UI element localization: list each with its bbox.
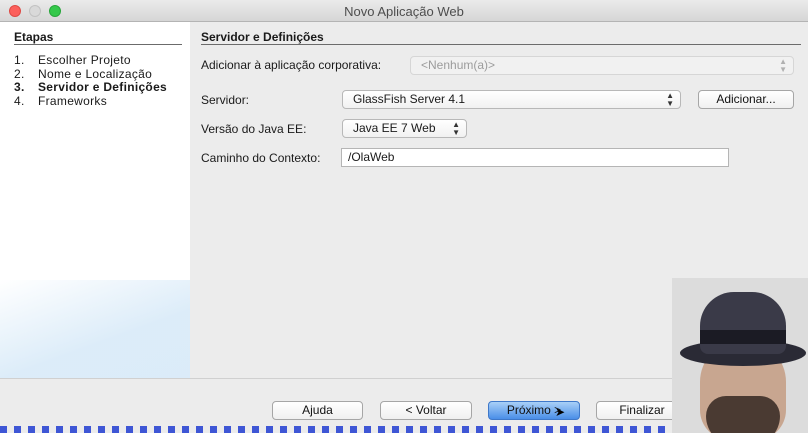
step-number: 1.	[14, 53, 25, 67]
up-down-chevron-icon: ▲ ▼	[666, 91, 674, 108]
presenter-hat-crown	[700, 292, 786, 354]
up-down-chevron-icon: ▲ ▼	[452, 120, 460, 137]
javaee-version-label: Versão do Java EE:	[201, 122, 307, 136]
steps-list: 1. Escolher Projeto 2. Nome e Localização …	[14, 53, 168, 109]
back-button[interactable]: < Voltar	[380, 401, 472, 420]
section-divider	[201, 44, 801, 45]
step-item: 4. Frameworks	[14, 93, 167, 109]
enterprise-app-value: <Nenhum(a)>	[421, 58, 496, 72]
javaee-version-value: Java EE 7 Web	[353, 121, 436, 135]
window-title: Novo Aplicação Web	[344, 4, 464, 19]
enterprise-app-label: Adicionar à aplicação corporativa:	[201, 58, 382, 72]
step-item: 1. Escolher Projeto	[14, 53, 167, 68]
enterprise-app-select: <Nenhum(a)> ▲ ▼	[410, 56, 794, 75]
next-button[interactable]: Próximo >	[488, 401, 580, 420]
decorative-wave-graphic	[0, 280, 190, 378]
add-server-button[interactable]: Adicionar...	[698, 90, 794, 109]
caption-strip	[0, 426, 672, 433]
step-number: 2.	[14, 66, 25, 81]
section-heading: Servidor e Definições	[201, 30, 324, 44]
context-path-label: Caminho do Contexto:	[201, 151, 321, 165]
help-button[interactable]: Ajuda	[272, 401, 363, 420]
steps-divider	[14, 44, 182, 45]
steps-panel: Etapas 1. Escolher Projeto 2. Nome e Local…	[0, 22, 190, 378]
step-label: Nome e Localização	[38, 66, 153, 81]
steps-heading: Etapas	[14, 30, 54, 44]
step-label: Escolher Projeto	[38, 53, 131, 67]
javaee-version-select[interactable]: Java EE 7 Web ▲ ▼	[342, 119, 467, 138]
title-bar: Novo Aplicação Web	[0, 0, 808, 22]
context-path-input[interactable]: /OlaWeb	[341, 148, 729, 167]
presenter-hat-band	[700, 330, 786, 344]
step-label: Servidor e Definições	[38, 80, 168, 94]
server-label: Servidor:	[201, 93, 250, 107]
step-number: 4.	[14, 93, 25, 108]
mouse-pointer-icon: ➤	[555, 405, 566, 419]
server-select[interactable]: GlassFish Server 4.1 ▲ ▼	[342, 90, 681, 109]
step-label: Frameworks	[38, 93, 108, 108]
server-value: GlassFish Server 4.1	[353, 92, 466, 106]
step-item: 2. Nome e Localização	[14, 66, 167, 82]
presenter-beard	[706, 396, 780, 433]
step-number: 3.	[14, 80, 25, 94]
webcam-overlay	[672, 278, 808, 433]
up-down-chevron-icon: ▲ ▼	[779, 57, 787, 74]
step-item-current: 3. Servidor e Definições	[14, 80, 168, 95]
